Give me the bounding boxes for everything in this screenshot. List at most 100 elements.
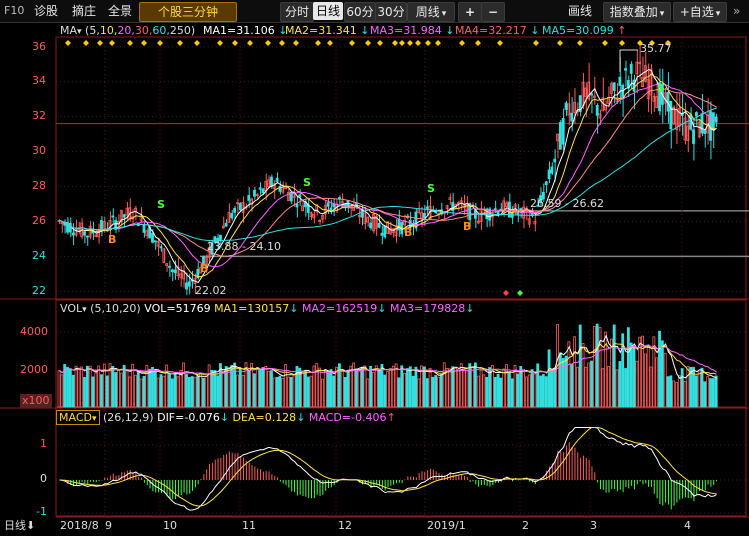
volume-bar	[442, 362, 446, 408]
volume-bar	[709, 378, 712, 408]
candle-body	[270, 176, 273, 187]
arrow-down-icon: ↓	[219, 411, 230, 424]
high-price-label: 35.77	[640, 42, 672, 55]
vol-params: (5,10,20)	[90, 302, 141, 315]
volume-bar	[227, 367, 231, 408]
volume-bar	[675, 382, 678, 408]
time-label: 2019/1	[427, 519, 466, 532]
ma-param-250: 250)	[169, 24, 196, 37]
volume-bar	[510, 378, 514, 408]
volume-bar	[502, 368, 506, 408]
stock-chart-app: F10 诊股 摘庄 全景 个股三分钟 分时 日线 60分 30分 周线 ▾ + −…	[0, 0, 749, 536]
candle-body	[187, 281, 191, 287]
volume-bar	[544, 376, 548, 408]
candle-body	[151, 232, 154, 243]
volume-bar	[309, 375, 313, 408]
vol-legend-name[interactable]: VOL	[60, 302, 82, 315]
volume-bar	[335, 366, 339, 408]
volume-bar	[575, 366, 579, 408]
volume-bar	[629, 342, 633, 408]
candle-body	[700, 113, 704, 134]
diamond-marker	[619, 40, 625, 46]
diamond-marker	[265, 40, 271, 46]
volume-bar	[329, 369, 333, 408]
diamond-marker	[425, 40, 431, 46]
volume-bar	[374, 365, 378, 408]
volume-bar	[85, 365, 89, 408]
volume-bar	[267, 370, 271, 408]
volume-bar	[703, 381, 707, 408]
candle-body	[153, 240, 157, 243]
candle-body	[570, 112, 574, 122]
volume-bar	[114, 372, 118, 408]
volume-bar	[578, 324, 582, 408]
diamond-marker	[602, 40, 608, 46]
volume-bar	[349, 365, 353, 408]
ma3-value: MA3=31.984 ↓	[370, 24, 454, 38]
chevron-down-icon: ▾	[91, 414, 97, 424]
candle-body	[224, 222, 228, 227]
candle-body	[258, 187, 262, 190]
diamond-marker	[577, 40, 583, 46]
candlestick-series	[57, 45, 718, 295]
chevron-down-icon[interactable]: ▾	[77, 27, 82, 37]
ma5-text: MA5=30.099	[542, 24, 614, 37]
macd-indicator-dropdown[interactable]: MACD▾	[56, 410, 100, 425]
volume-bar	[326, 372, 330, 408]
volume-bar	[437, 376, 441, 408]
volume-bar	[649, 366, 653, 408]
volume-bar	[391, 365, 395, 408]
period-selector[interactable]: 日线⬇	[4, 519, 35, 533]
volume-bar	[258, 369, 262, 408]
low-price-label: 22.02	[195, 284, 227, 297]
macd-name: MACD	[59, 411, 92, 424]
volume-bar	[553, 367, 557, 408]
volume-bar	[318, 367, 322, 408]
candle-body	[142, 224, 146, 233]
volume-bar	[289, 376, 293, 408]
arrow-down-icon: ↓	[530, 24, 540, 37]
volume-bar	[558, 352, 562, 408]
volume-bar	[626, 327, 630, 408]
candle-body	[423, 212, 426, 219]
diamond-marker	[127, 40, 133, 46]
arrow-down-icon: ↓	[289, 302, 299, 315]
volume-bar	[139, 378, 143, 408]
sell-signal-marker: S	[157, 198, 165, 211]
candle-body	[253, 189, 256, 197]
diamond-marker	[377, 40, 383, 46]
price-tick-30: 30	[32, 144, 46, 157]
ma-legend: MA▾ (5,10,20,30,60,250)	[60, 24, 195, 39]
volume-bar	[304, 370, 307, 408]
arrow-down-icon: ⬇	[26, 519, 36, 532]
candle-body	[425, 206, 429, 209]
volume-bar	[151, 366, 154, 408]
buy-signal-marker: B	[463, 220, 472, 233]
diamond-marker	[327, 40, 333, 46]
volume-bar	[306, 376, 310, 408]
ma-legend-name[interactable]: MA	[60, 24, 77, 37]
candle-body	[173, 269, 177, 274]
volume-bar	[425, 378, 429, 408]
volume-bar	[697, 371, 701, 408]
macd-params: (26,12,9)	[103, 411, 154, 424]
volume-bar	[533, 373, 537, 408]
chevron-down-icon[interactable]: ▾	[82, 305, 87, 315]
range-label-2: 26.59 - 26.62	[530, 197, 604, 210]
volume-bar	[202, 377, 205, 408]
volume-bar	[706, 376, 710, 408]
volume-bar	[471, 366, 474, 408]
price-tick-28: 28	[32, 179, 46, 192]
volume-bar	[488, 367, 491, 408]
volume-bar	[655, 357, 659, 408]
volume-bar	[80, 366, 84, 408]
volume-bar	[148, 368, 152, 408]
arrow-down-icon: ↓	[445, 24, 455, 37]
volume-bars	[57, 323, 718, 408]
volume-bar	[411, 375, 415, 408]
volume-bar	[233, 362, 237, 408]
volume-bar	[479, 367, 483, 408]
candle-body	[68, 223, 72, 233]
volume-bar	[301, 370, 305, 408]
volume-bar	[128, 376, 132, 408]
